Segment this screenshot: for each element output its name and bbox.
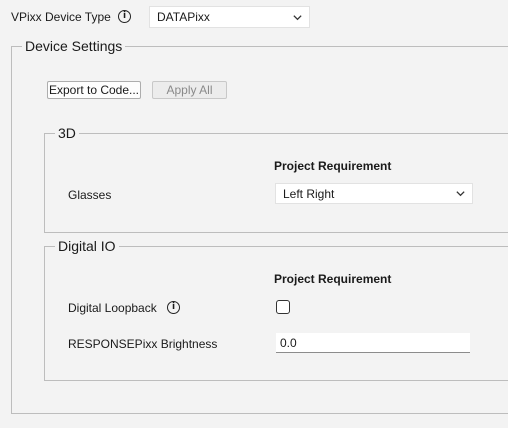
group-digital-io-title: Digital IO [55,238,119,254]
export-to-code-button[interactable]: Export to Code... [47,81,141,99]
glasses-select[interactable]: Left Right [275,183,473,204]
responsepixx-brightness-input[interactable] [276,333,470,353]
chevron-down-icon [293,14,302,20]
glasses-label: Glasses [68,188,112,202]
chevron-down-icon [456,191,465,197]
device-type-label: VPixx Device Type [11,10,111,24]
digital-loopback-checkbox[interactable] [276,300,290,314]
info-icon[interactable]: i [167,301,180,314]
project-requirement-header: Project Requirement [274,272,392,286]
info-icon[interactable]: i [118,10,131,23]
digital-loopback-label: Digital Loopback [68,301,157,315]
device-settings-title: Device Settings [22,38,126,54]
project-requirement-header: Project Requirement [274,159,392,173]
responsepixx-brightness-label: RESPONSEPixx Brightness [68,337,218,351]
device-type-select[interactable]: DATAPixx [149,6,310,28]
device-type-value: DATAPixx [157,10,210,24]
glasses-value: Left Right [283,186,335,201]
apply-all-button[interactable]: Apply All [152,81,227,99]
group-3d-title: 3D [55,125,79,141]
